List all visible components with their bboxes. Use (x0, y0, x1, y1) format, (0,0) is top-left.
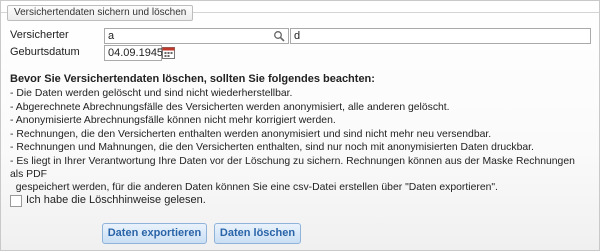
birth-date-value: 04.09.1945 (108, 47, 164, 59)
notice-item: - Rechnungen, die den Versicherten entha… (10, 128, 492, 140)
insured-secondary-input[interactable]: d (290, 28, 591, 44)
calendar-icon[interactable] (162, 46, 175, 59)
confirm-read-checkbox[interactable] (10, 195, 22, 207)
insured-search-input[interactable]: a (104, 28, 289, 44)
notice-item: - Abgerechnete Abrechnungsfälle des Vers… (10, 101, 450, 113)
notice-item: - Es liegt in Ihrer Verantwortung Ihre D… (10, 155, 575, 193)
search-icon[interactable] (273, 30, 285, 42)
birth-date-input[interactable]: 04.09.1945 (104, 45, 164, 61)
panel-title: Versichertendaten sichern und löschen (7, 5, 194, 21)
notice-item: - Anonymisierte Abrechnungsfälle können … (10, 115, 336, 126)
delete-data-button[interactable]: Daten löschen (214, 223, 301, 244)
notice-item: - Rechnungen und Mahnungen, die den Vers… (10, 142, 534, 153)
insured-secondary-value: d (294, 30, 301, 42)
confirm-read-label: Ich habe die Löschhinweise gelesen. (26, 194, 206, 206)
insured-search-value: a (108, 30, 115, 42)
notice-item: - Die Daten werden gelöscht und sind nic… (10, 88, 293, 99)
export-data-button[interactable]: Daten exportieren (102, 223, 207, 244)
birth-date-label: Geburtsdatum (10, 46, 80, 58)
insured-label: Versicherter (10, 29, 69, 41)
notice-list: - Die Daten werden gelöscht und sind nic… (10, 87, 590, 194)
notice-title: Bevor Sie Versichertendaten löschen, sol… (10, 73, 375, 85)
delete-insured-data-panel: Versichertendaten sichern und löschen Ve… (0, 0, 600, 251)
